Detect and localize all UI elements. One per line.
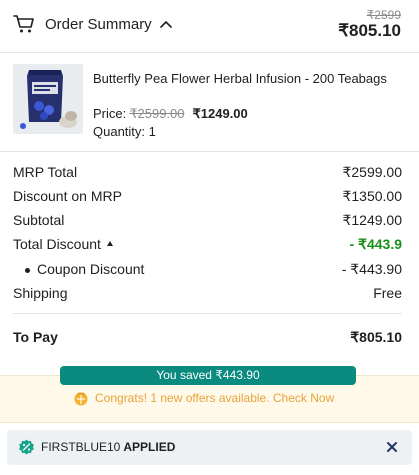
subtotal-row: Subtotal ₹1249.00 xyxy=(13,212,402,232)
to-pay-label: To Pay xyxy=(13,329,58,345)
coupon-discount-row: Coupon Discount - ₹443.90 xyxy=(13,261,402,281)
product-mrp: ₹2599.00 xyxy=(129,106,185,121)
header-original-total: ₹2599 xyxy=(366,8,401,22)
to-pay-row: To Pay ₹805.10 xyxy=(13,329,402,345)
caret-up-icon xyxy=(106,240,113,246)
discount-mrp-label: Discount on MRP xyxy=(13,188,122,204)
applied-coupon-bar: FIRSTBLUE10 APPLIED xyxy=(7,430,412,465)
product-item: Butterfly Pea Flower Herbal Infusion - 2… xyxy=(13,64,408,144)
product-name: Butterfly Pea Flower Herbal Infusion - 2… xyxy=(93,71,387,86)
product-price-line: Price: ₹2599.00 ₹1249.00 xyxy=(93,106,248,122)
coupon-applied-label: APPLIED xyxy=(123,440,176,454)
chevron-up-icon[interactable] xyxy=(160,19,172,29)
divider xyxy=(0,52,419,53)
gift-icon xyxy=(74,392,88,406)
order-summary-header[interactable]: Order Summary ₹2599 ₹805.10 xyxy=(0,0,419,52)
coupon-discount-label: Coupon Discount xyxy=(37,261,145,277)
total-discount-value: - ₹443.9 xyxy=(349,236,403,252)
coupon-discount-value: - ₹443.90 xyxy=(341,261,402,277)
product-image xyxy=(13,64,83,134)
subtotal-label: Subtotal xyxy=(13,212,65,228)
coupon-code: FIRSTBLUE10 xyxy=(41,440,121,454)
mrp-total-row: MRP Total ₹2599.00 xyxy=(13,164,402,184)
total-discount-label: Total Discount xyxy=(13,236,101,252)
to-pay-value: ₹805.10 xyxy=(350,329,402,345)
order-summary-title: Order Summary xyxy=(45,16,152,33)
discount-mrp-value: ₹1350.00 xyxy=(342,188,402,204)
mrp-total-value: ₹2599.00 xyxy=(342,164,402,180)
total-discount-toggle[interactable]: Total Discount xyxy=(13,236,113,252)
product-price: ₹1249.00 xyxy=(192,106,248,121)
subtotal-value: ₹1249.00 xyxy=(342,212,402,228)
close-icon[interactable] xyxy=(386,441,398,453)
price-label: Price: xyxy=(93,106,127,121)
discount-mrp-row: Discount on MRP ₹1350.00 xyxy=(13,188,402,208)
total-discount-row[interactable]: Total Discount - ₹443.9 xyxy=(13,236,402,256)
discount-badge-icon xyxy=(19,439,34,455)
saved-badge: You saved ₹443.90 xyxy=(60,366,356,385)
header-total: ₹805.10 xyxy=(338,21,401,40)
divider xyxy=(0,151,419,152)
shipping-value: Free xyxy=(373,285,402,301)
shipping-label: Shipping xyxy=(13,285,68,301)
offers-link[interactable]: Congrats! 1 new offers available. Check … xyxy=(95,391,334,405)
product-quantity: Quantity: 1 xyxy=(93,124,156,139)
shipping-row: Shipping Free xyxy=(13,285,402,305)
divider xyxy=(13,313,402,314)
cart-icon xyxy=(13,15,34,33)
coupon-status: FIRSTBLUE10 APPLIED xyxy=(41,440,175,454)
bullet-icon xyxy=(25,268,30,273)
mrp-total-label: MRP Total xyxy=(13,164,78,180)
